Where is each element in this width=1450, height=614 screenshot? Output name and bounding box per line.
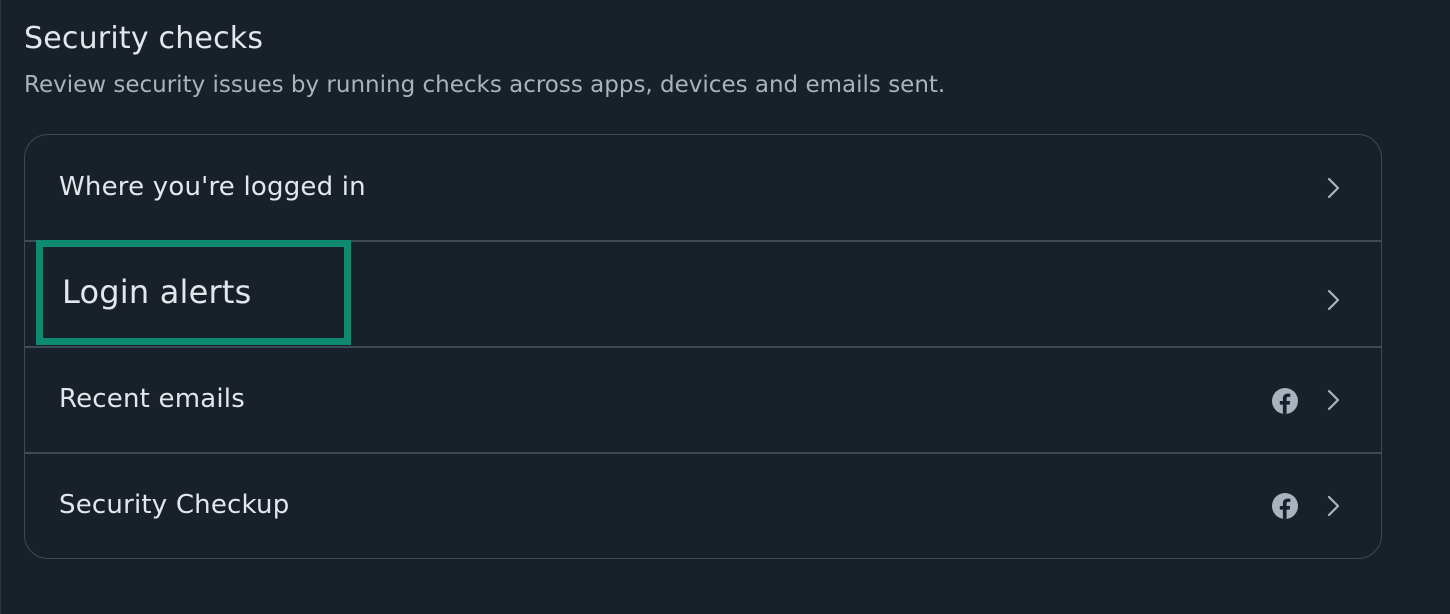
security-checks-card: Where you're logged in Login alerts Rece… [24, 134, 1382, 559]
row-recent-emails[interactable]: Recent emails [25, 347, 1381, 453]
chevron-right-icon [1327, 495, 1340, 517]
row-label: Where you're logged in [59, 172, 366, 202]
chevron-right-icon [1327, 389, 1340, 411]
row-label: Security Checkup [59, 490, 290, 520]
row-where-logged-in[interactable]: Where you're logged in [25, 135, 1381, 241]
row-login-alerts[interactable]: Login alerts [25, 241, 1381, 347]
security-checks-page: Security checks Review security issues b… [0, 0, 1450, 614]
row-label: Recent emails [59, 384, 245, 414]
chevron-right-icon [1327, 177, 1340, 199]
section-subtitle: Review security issues by running checks… [24, 72, 946, 98]
facebook-icon [1272, 388, 1298, 414]
facebook-icon [1272, 493, 1298, 519]
section-title: Security checks [24, 21, 264, 56]
row-label: Login alerts [62, 273, 252, 311]
row-security-checkup[interactable]: Security Checkup [25, 453, 1381, 558]
chevron-right-icon [1327, 289, 1340, 311]
